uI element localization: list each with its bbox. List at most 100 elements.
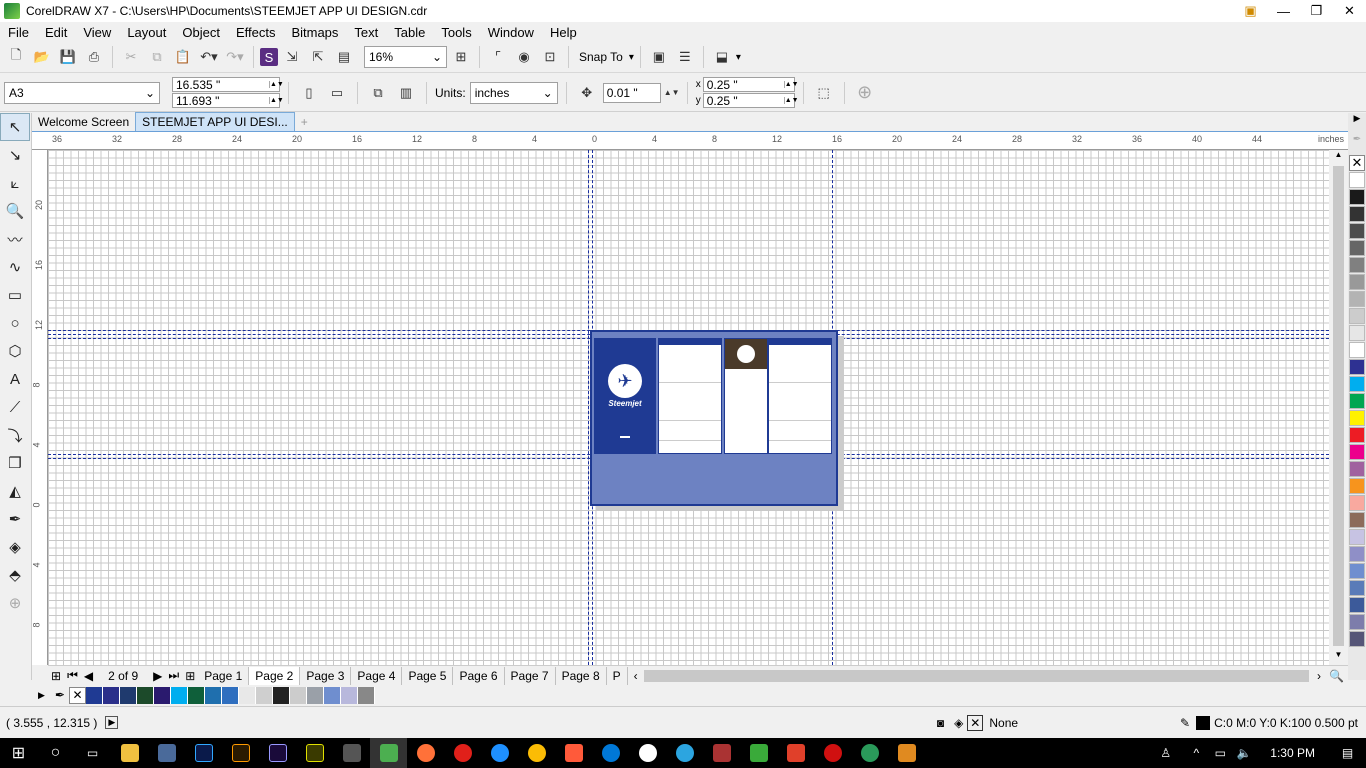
menu-window[interactable]: Window bbox=[480, 25, 542, 40]
units-select[interactable]: inches ⌄ bbox=[469, 81, 558, 104]
welcome-screen-icon[interactable]: ▣ bbox=[647, 45, 671, 69]
file-explorer-icon[interactable] bbox=[111, 738, 148, 768]
menu-tools[interactable]: Tools bbox=[433, 25, 479, 40]
current-page-icon[interactable]: ▥ bbox=[394, 81, 418, 105]
redo-icon[interactable]: ↷▾ bbox=[223, 45, 247, 69]
eyedropper-icon[interactable]: ✒ bbox=[0, 505, 30, 533]
export-icon[interactable]: ⇱ bbox=[306, 45, 330, 69]
feed-screen-artboard[interactable] bbox=[658, 338, 722, 454]
page-tab-5[interactable]: Page 5 bbox=[402, 666, 454, 685]
landscape-icon[interactable]: ▭ bbox=[325, 81, 349, 105]
spinner-icon[interactable]: ▲▼ bbox=[269, 81, 284, 88]
chrome-icon[interactable] bbox=[518, 738, 555, 768]
connector-tool-icon[interactable]: ⤵ bbox=[0, 421, 30, 449]
horizontal-ruler[interactable]: 36 32 28 24 20 16 12 8 4 0 4 8 12 16 20 24 28 32 36 40 44 inc… bbox=[32, 132, 1348, 150]
print-icon[interactable]: ⎙ bbox=[82, 45, 106, 69]
zoom-tool-icon[interactable]: 🔍 bbox=[0, 197, 30, 225]
fireworks-icon[interactable] bbox=[296, 738, 333, 768]
polygon-tool-icon[interactable]: ⬡ bbox=[0, 337, 30, 365]
color-swatch[interactable] bbox=[1349, 240, 1365, 256]
menu-file[interactable]: File bbox=[0, 25, 37, 40]
page-tab-4[interactable]: Page 4 bbox=[351, 666, 403, 685]
firefox-icon[interactable] bbox=[407, 738, 444, 768]
battery-icon[interactable]: ▭ bbox=[1208, 738, 1232, 768]
scroll-up-icon[interactable]: ▲ bbox=[1329, 150, 1348, 162]
drop-shadow-icon[interactable]: ❒ bbox=[0, 449, 30, 477]
no-color-swatch[interactable]: ✕ bbox=[1349, 155, 1365, 171]
page-tab-1[interactable]: Page 1 bbox=[198, 666, 250, 685]
recorder-icon[interactable] bbox=[814, 738, 851, 768]
splash-screen-artboard[interactable]: ✈ Steemjet bbox=[594, 338, 656, 454]
doc-color-swatch[interactable] bbox=[204, 686, 222, 704]
telegram-icon[interactable] bbox=[666, 738, 703, 768]
horizontal-scrollbar[interactable] bbox=[643, 669, 1310, 682]
doc-color-swatch[interactable] bbox=[136, 686, 154, 704]
coreldraw-taskbar-icon[interactable] bbox=[370, 738, 407, 768]
copy-icon[interactable]: ⧉ bbox=[145, 45, 169, 69]
artistic-media-icon[interactable]: ∿ bbox=[0, 253, 30, 281]
color-swatch[interactable] bbox=[1349, 342, 1365, 358]
portrait-icon[interactable]: ▯ bbox=[297, 81, 321, 105]
scroll-down-icon[interactable]: ▼ bbox=[1329, 650, 1348, 662]
open-icon[interactable]: 📂 bbox=[30, 45, 54, 69]
freehand-tool-icon[interactable]: 〰 bbox=[0, 225, 30, 253]
add-page-icon[interactable]: ⊞ bbox=[182, 669, 198, 683]
color-swatch[interactable] bbox=[1349, 546, 1365, 562]
feed-screen-artboard-2[interactable] bbox=[768, 338, 832, 454]
page-options-icon[interactable]: ⊞ bbox=[48, 669, 64, 683]
spinner-icon[interactable]: ▲▼ bbox=[783, 81, 799, 88]
page-width-field[interactable]: 16.535 " ▲▼ bbox=[172, 77, 284, 92]
search-content-icon[interactable]: S bbox=[260, 48, 278, 66]
view-mode-icon[interactable]: ◉ bbox=[512, 45, 536, 69]
color-swatch[interactable] bbox=[1349, 376, 1365, 392]
show-hidden-icons[interactable]: ^ bbox=[1184, 738, 1208, 768]
doc-color-swatch[interactable] bbox=[238, 686, 256, 704]
color-swatch[interactable] bbox=[1349, 325, 1365, 341]
color-swatch[interactable] bbox=[1349, 172, 1365, 188]
treat-as-filled-icon[interactable]: ⬚ bbox=[812, 81, 836, 105]
color-swatch[interactable] bbox=[1349, 427, 1365, 443]
illustrator-icon[interactable] bbox=[222, 738, 259, 768]
color-swatch[interactable] bbox=[1349, 563, 1365, 579]
app-icon[interactable] bbox=[777, 738, 814, 768]
options-icon[interactable]: ☰ bbox=[673, 45, 697, 69]
shape-tool-icon[interactable]: ↘ bbox=[0, 141, 30, 169]
page-tab-3[interactable]: Page 3 bbox=[300, 666, 352, 685]
color-swatch[interactable] bbox=[1349, 495, 1365, 511]
add-icon[interactable]: ⊕ bbox=[853, 81, 877, 105]
dimension-tool-icon[interactable]: ⟋ bbox=[0, 393, 30, 421]
doc-color-swatch[interactable] bbox=[119, 686, 137, 704]
page-tab-7[interactable]: Page 7 bbox=[505, 666, 556, 685]
doc-color-swatch[interactable] bbox=[340, 686, 358, 704]
help-icon[interactable]: ▣ bbox=[1234, 0, 1267, 22]
color-swatch[interactable] bbox=[1349, 529, 1365, 545]
edge-icon[interactable] bbox=[592, 738, 629, 768]
color-swatch[interactable] bbox=[1349, 359, 1365, 375]
zoom-navigator-icon[interactable]: 🔍 bbox=[1325, 669, 1348, 683]
internet-explorer-icon[interactable] bbox=[481, 738, 518, 768]
smart-fill-icon[interactable]: ⬘ bbox=[0, 561, 30, 589]
all-pages-icon[interactable]: ⧉ bbox=[366, 81, 390, 105]
import-icon[interactable]: ⇲ bbox=[280, 45, 304, 69]
page-tab-2[interactable]: Page 2 bbox=[249, 666, 301, 685]
doc-color-swatch[interactable] bbox=[170, 686, 188, 704]
spinner-icon[interactable]: ▲▼ bbox=[664, 81, 680, 105]
menu-table[interactable]: Table bbox=[386, 25, 433, 40]
search-icon[interactable]: ○ bbox=[37, 738, 74, 768]
app-icon[interactable] bbox=[851, 738, 888, 768]
menu-bitmaps[interactable]: Bitmaps bbox=[283, 25, 346, 40]
previous-page-icon[interactable]: ◀ bbox=[81, 669, 96, 683]
app-icon[interactable] bbox=[555, 738, 592, 768]
close-button[interactable]: ✕ bbox=[1333, 0, 1366, 22]
notifications-icon[interactable]: ▤ bbox=[1329, 738, 1366, 768]
app-icon[interactable] bbox=[703, 738, 740, 768]
color-swatch[interactable] bbox=[1349, 461, 1365, 477]
menu-screen-artboard[interactable] bbox=[724, 338, 768, 454]
color-swatch[interactable] bbox=[1349, 189, 1365, 205]
color-swatch[interactable] bbox=[1349, 580, 1365, 596]
undo-icon[interactable]: ↶▾ bbox=[197, 45, 221, 69]
menu-edit[interactable]: Edit bbox=[37, 25, 75, 40]
tab-welcome-screen[interactable]: Welcome Screen bbox=[32, 112, 135, 131]
start-button[interactable]: ⊞ bbox=[0, 738, 37, 768]
transparency-icon[interactable]: ◭ bbox=[0, 477, 30, 505]
